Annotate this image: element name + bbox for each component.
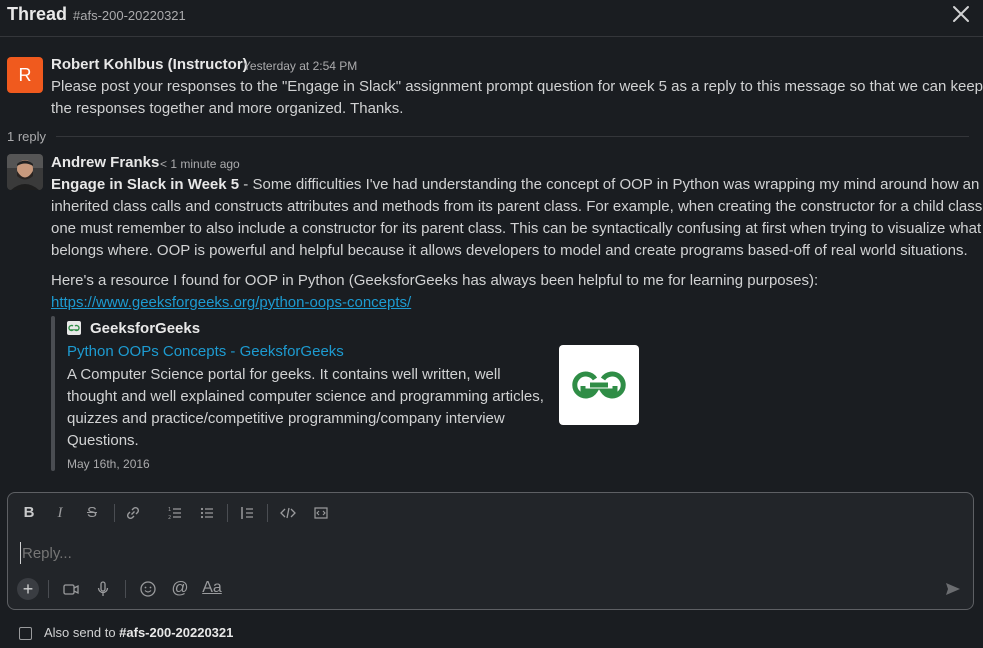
svg-text:2: 2	[168, 515, 171, 521]
strikethrough-icon[interactable]: S	[80, 501, 104, 525]
preview-description-line: A Computer Science portal for geeks. It …	[67, 366, 501, 383]
also-send-label[interactable]: Also send to #afs-200-20220321	[44, 625, 233, 640]
reply-count: 1 reply	[7, 129, 47, 144]
message-line: one must remember to also include a cons…	[51, 220, 982, 237]
code-icon[interactable]	[276, 501, 300, 525]
message-author[interactable]: Robert Kohlbus (Instructor)	[51, 56, 248, 73]
microphone-icon[interactable]	[91, 577, 115, 601]
close-icon[interactable]	[950, 3, 972, 25]
preview-description-line: thought and well explained computer scie…	[67, 388, 544, 405]
bold-icon[interactable]: B	[17, 501, 41, 525]
bulleted-list-icon[interactable]	[195, 501, 219, 525]
preview-description-line: quizzes and practice/competitive program…	[67, 410, 505, 427]
message-line: inherited class calls and constructs att…	[51, 198, 983, 215]
geeksforgeeks-favicon-icon	[67, 321, 81, 335]
also-send-channel: #afs-200-20220321	[119, 625, 234, 640]
message-timestamp[interactable]: < 1 minute ago	[160, 157, 240, 171]
resource-link[interactable]: https://www.geeksforgeeks.org/python-oop…	[51, 292, 411, 314]
avatar[interactable]: R	[7, 57, 43, 93]
message-timestamp-text: 1 minute ago	[170, 157, 240, 171]
thread-header: Thread #afs-200-20220321	[0, 0, 983, 37]
message-author[interactable]: Andrew Franks	[51, 154, 159, 171]
send-icon[interactable]	[941, 577, 965, 601]
preview-description: A Computer Science portal for geeks. It …	[67, 364, 547, 452]
thread-title: Thread	[7, 4, 68, 24]
preview-description-line: Questions.	[67, 432, 139, 449]
avatar[interactable]	[7, 154, 43, 190]
link-icon[interactable]	[121, 501, 145, 525]
ordered-list-icon[interactable]: 12	[163, 501, 187, 525]
blockquote-icon[interactable]	[235, 501, 259, 525]
toolbar-divider	[267, 504, 268, 522]
video-icon[interactable]	[59, 577, 83, 601]
code-block-icon[interactable]	[309, 501, 333, 525]
plus-icon[interactable]: +	[17, 578, 39, 600]
toolbar-divider	[227, 504, 228, 522]
svg-text:1: 1	[168, 507, 171, 513]
mention-icon[interactable]: @	[168, 576, 192, 600]
also-send-checkbox[interactable]	[19, 627, 32, 640]
emoji-icon[interactable]	[136, 577, 160, 601]
formatting-icon[interactable]: Aa	[200, 576, 224, 600]
italic-icon[interactable]: I	[48, 501, 72, 525]
preview-date: May 16th, 2016	[67, 457, 150, 471]
link-preview: GeeksforGeeks Python OOPs Concepts - Gee…	[51, 316, 651, 471]
message-line-text: - Some difficulties I've had understandi…	[239, 176, 980, 193]
preview-bar	[51, 316, 55, 471]
thread-channel-name[interactable]: #afs-200-20220321	[73, 8, 186, 23]
toolbar-divider	[125, 580, 126, 598]
also-send-text: Also send to	[44, 625, 120, 640]
toolbar-divider	[114, 504, 115, 522]
message-line: Engage in Slack in Week 5 - Some difficu…	[51, 174, 979, 196]
message-line: Here's a resource I found for OOP in Pyt…	[51, 272, 819, 289]
message-line: Please post your responses to the "Engag…	[51, 78, 983, 95]
geeksforgeeks-logo-thumbnail[interactable]	[559, 345, 639, 425]
toolbar-divider	[48, 580, 49, 598]
message-line: the responses together and more organize…	[51, 100, 404, 117]
preview-title-link[interactable]: Python OOPs Concepts - GeeksforGeeks	[67, 343, 344, 360]
reply-input[interactable]	[20, 542, 924, 564]
message-line: belongs where. OOP is powerful and helpf…	[51, 242, 968, 259]
message-bold-lead: Engage in Slack in Week 5	[51, 176, 240, 193]
reply-divider	[56, 136, 969, 137]
preview-site-name: GeeksforGeeks	[90, 320, 201, 337]
message-timestamp[interactable]: Yesterday at 2:54 PM	[243, 59, 357, 73]
reply-composer: B I S 12 + @ Aa	[7, 492, 974, 610]
